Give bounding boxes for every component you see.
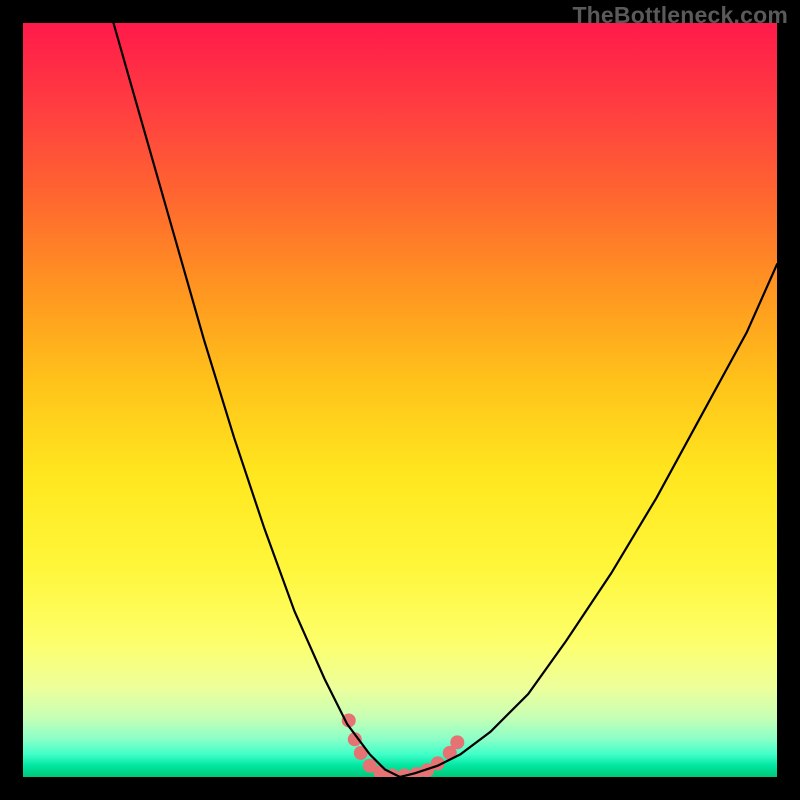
bottleneck-curve-svg — [23, 23, 777, 777]
watermark-text: TheBottleneck.com — [572, 2, 788, 29]
curve-left — [113, 23, 400, 777]
chart-frame: TheBottleneck.com — [0, 0, 800, 800]
curve-right — [400, 264, 777, 777]
plot-area — [23, 23, 777, 777]
